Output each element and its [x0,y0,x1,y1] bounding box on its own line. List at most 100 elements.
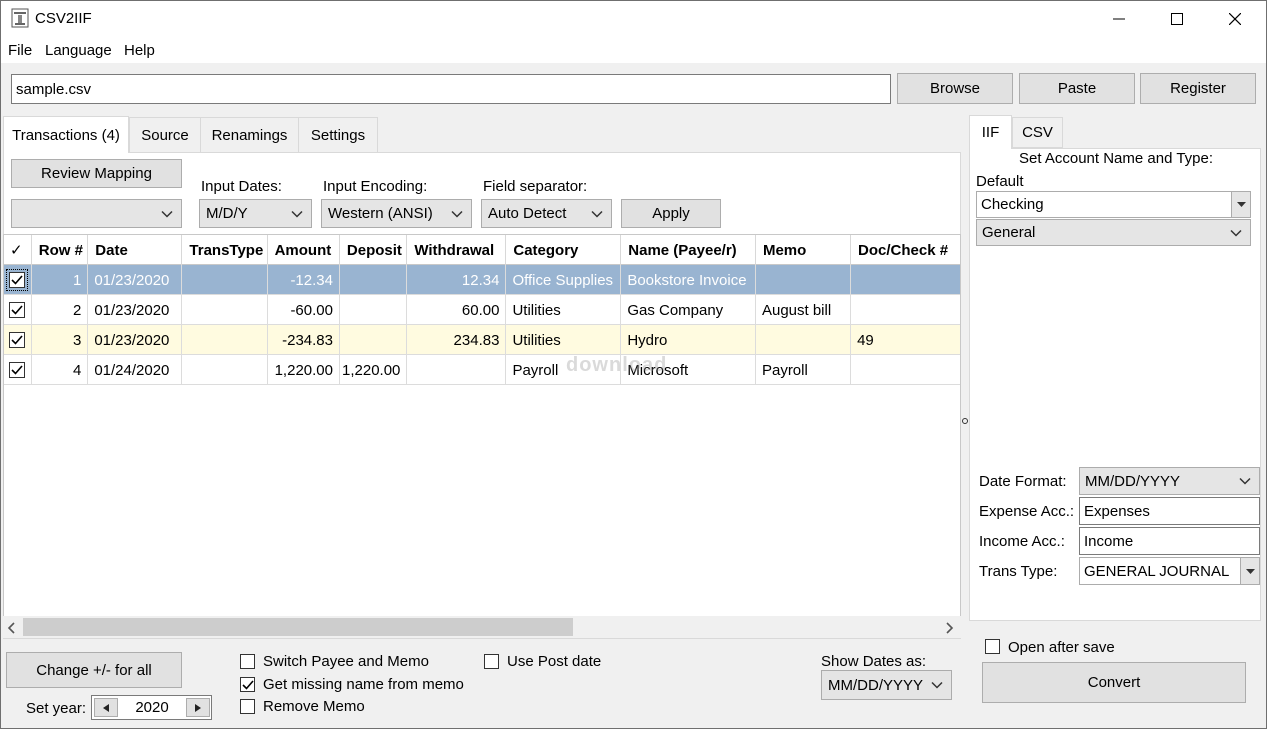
mapping-select[interactable] [11,199,182,228]
row-checkbox[interactable] [6,269,28,291]
year-increment-button[interactable] [186,698,210,717]
header-name[interactable]: Name (Payee/r) [621,235,756,265]
table-row[interactable]: 2 01/23/2020 -60.00 60.00 Utilities Gas … [4,295,960,325]
cell-amount[interactable]: -234.83 [268,325,340,355]
dropdown-arrow-icon[interactable] [1240,558,1259,584]
browse-button[interactable]: Browse [897,73,1013,104]
expense-input[interactable]: Expenses [1079,497,1260,525]
use-post-date-label[interactable]: Use Post date [507,653,601,670]
review-mapping-button[interactable]: Review Mapping [11,159,182,188]
cell-doc[interactable]: 49 [851,325,960,355]
cell-withdrawal[interactable] [407,355,507,385]
show-dates-select[interactable]: MM/DD/YYYY [821,670,952,700]
year-stepper[interactable]: 2020 [91,695,212,720]
cell-category[interactable]: Utilities [506,325,622,355]
tab-renamings[interactable]: Renamings [200,117,299,153]
cell-row[interactable]: 4 [32,355,89,385]
account-name-combo[interactable]: Checking [976,191,1251,218]
header-row[interactable]: Row # [32,235,89,265]
scroll-left-icon[interactable] [7,621,15,638]
menu-file[interactable]: File [8,42,32,59]
open-after-save-checkbox[interactable] [985,639,1000,654]
cell-category[interactable]: Utilities [506,295,622,325]
use-post-date-checkbox[interactable] [484,654,499,669]
header-check[interactable]: ✓ [4,235,32,265]
input-encoding-select[interactable]: Western (ANSI) [321,199,472,228]
row-checkbox-cell[interactable] [4,325,32,355]
get-missing-name-checkbox[interactable] [240,677,255,692]
trans-type-combo[interactable]: GENERAL JOURNAL [1079,557,1260,585]
date-format-select[interactable]: MM/DD/YYYY [1079,467,1260,495]
cell-date[interactable]: 01/23/2020 [88,295,183,325]
scrollbar-thumb[interactable] [23,618,573,636]
table-row[interactable]: 1 01/23/2020 -12.34 12.34 Office Supplie… [4,265,960,295]
paste-button[interactable]: Paste [1019,73,1135,104]
remove-memo-label[interactable]: Remove Memo [263,698,365,715]
cell-deposit[interactable] [340,265,408,295]
cell-transtype[interactable] [182,355,268,385]
cell-row[interactable]: 3 [32,325,89,355]
income-input[interactable]: Income [1079,527,1260,555]
cell-withdrawal[interactable]: 12.34 [407,265,507,295]
cell-doc[interactable] [851,355,960,385]
cell-withdrawal[interactable]: 60.00 [407,295,507,325]
cell-transtype[interactable] [182,325,268,355]
cell-date[interactable]: 01/23/2020 [88,325,183,355]
cell-doc[interactable] [851,295,960,325]
scroll-right-icon[interactable] [946,621,954,638]
tab-settings[interactable]: Settings [298,117,378,153]
cell-name[interactable]: Hydro [621,325,756,355]
row-checkbox[interactable] [9,332,25,348]
dropdown-arrow-icon[interactable] [1231,192,1250,217]
row-checkbox-cell[interactable] [4,355,32,385]
year-value[interactable]: 2020 [122,699,182,716]
row-checkbox-cell[interactable] [4,295,32,325]
maximize-button[interactable] [1148,0,1206,38]
minimize-button[interactable] [1090,0,1148,38]
cell-memo[interactable]: August bill [756,295,852,325]
header-category[interactable]: Category [506,235,622,265]
tab-iif[interactable]: IIF [969,115,1012,149]
remove-memo-checkbox[interactable] [240,699,255,714]
cell-memo[interactable]: Payroll [756,355,852,385]
splitter-handle[interactable] [962,418,968,424]
apply-button[interactable]: Apply [621,199,721,228]
change-sign-button[interactable]: Change +/- for all [6,652,182,688]
horizontal-scrollbar[interactable] [3,616,961,638]
row-checkbox[interactable] [9,362,25,378]
close-button[interactable] [1206,0,1264,38]
cell-deposit[interactable]: 1,220.00 [340,355,408,385]
row-checkbox-cell[interactable] [4,265,32,295]
cell-memo[interactable] [756,325,852,355]
cell-category[interactable]: Office Supplies [506,265,622,295]
input-dates-select[interactable]: M/D/Y [199,199,312,228]
row-checkbox[interactable] [9,302,25,318]
account-type-select[interactable]: General [976,219,1251,246]
open-after-save-label[interactable]: Open after save [1008,639,1115,656]
year-decrement-button[interactable] [94,698,118,717]
cell-row[interactable]: 1 [32,265,89,295]
header-transtype[interactable]: TransType [182,235,268,265]
header-date[interactable]: Date [88,235,183,265]
tab-source[interactable]: Source [129,117,201,153]
cell-name[interactable]: Bookstore Invoice [621,265,756,295]
register-button[interactable]: Register [1140,73,1256,104]
cell-deposit[interactable] [340,295,408,325]
cell-date[interactable]: 01/24/2020 [88,355,183,385]
cell-name[interactable]: Gas Company [621,295,756,325]
switch-payee-memo-label[interactable]: Switch Payee and Memo [263,653,429,670]
cell-withdrawal[interactable]: 234.83 [407,325,507,355]
table-row[interactable]: 3 01/23/2020 -234.83 234.83 Utilities Hy… [4,325,960,355]
cell-row[interactable]: 2 [32,295,89,325]
header-withdrawal[interactable]: Withdrawal [407,235,507,265]
cell-transtype[interactable] [182,295,268,325]
header-deposit[interactable]: Deposit [340,235,408,265]
cell-date[interactable]: 01/23/2020 [88,265,183,295]
cell-amount[interactable]: 1,220.00 [268,355,340,385]
header-amount[interactable]: Amount [268,235,340,265]
tab-transactions[interactable]: Transactions (4) [3,116,129,153]
tab-csv[interactable]: CSV [1012,117,1063,148]
get-missing-name-label[interactable]: Get missing name from memo [263,676,464,693]
cell-deposit[interactable] [340,325,408,355]
table-row[interactable]: 4 01/24/2020 1,220.00 1,220.00 Payroll M… [4,355,960,385]
